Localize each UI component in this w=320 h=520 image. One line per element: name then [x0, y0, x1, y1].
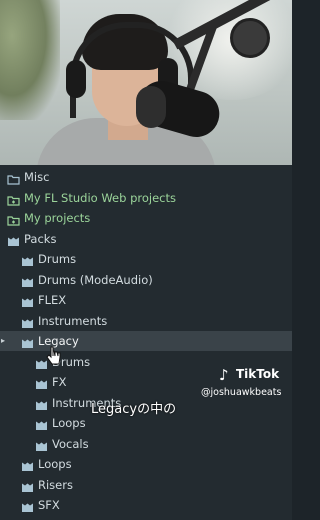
- browser-item-my-projects[interactable]: My projects: [0, 208, 292, 228]
- cloud-folder-icon: [7, 191, 20, 206]
- browser-item-label: SFX: [38, 498, 60, 512]
- browser-item-label: FLEX: [38, 293, 67, 307]
- tiktok-handle: @joshuawkbeats: [201, 387, 282, 398]
- webcam-video: [0, 0, 292, 165]
- browser-item-label: My FL Studio Web projects: [24, 190, 176, 205]
- headphones-cup-left: [66, 60, 86, 98]
- pack-folder-icon: [21, 273, 34, 287]
- browser-item-label: Risers: [38, 477, 73, 492]
- browser-item-legacy[interactable]: ▸ Legacy: [0, 331, 292, 351]
- pack-folder-icon: [21, 478, 34, 492]
- pack-folder-icon: [35, 375, 48, 389]
- pack-folder-icon: [21, 457, 34, 471]
- browser-item-label: Vocals: [52, 436, 89, 451]
- browser-item-sfx[interactable]: SFX: [0, 495, 292, 515]
- tiktok-wordmark: TikTok: [236, 367, 280, 381]
- browser-item-drums-modeaudio[interactable]: Drums (ModeAudio): [0, 270, 292, 290]
- pack-folder-icon: [21, 498, 34, 512]
- browser-item-misc[interactable]: Misc: [0, 167, 292, 187]
- browser-item-loops[interactable]: Loops: [0, 454, 292, 474]
- pack-folder-icon: [35, 396, 48, 410]
- pack-folder-icon: [21, 314, 34, 328]
- browser-item-label: Misc: [24, 170, 50, 184]
- browser-item-label: FX: [52, 375, 67, 389]
- browser-item-risers[interactable]: Risers: [0, 475, 292, 495]
- browser-item-instruments[interactable]: Instruments: [0, 311, 292, 331]
- microphone-grille: [136, 86, 166, 128]
- browser-item-label: Drums (ModeAudio): [38, 272, 153, 287]
- folder-outline-icon: [7, 170, 20, 185]
- browser-item-label: My projects: [24, 211, 91, 225]
- browser-item-label: Loops: [52, 416, 86, 430]
- pack-folder-icon: [35, 416, 48, 430]
- background-plant: [0, 0, 60, 120]
- browser-item-label: Instruments: [38, 313, 108, 328]
- browser-item-drums[interactable]: Drums: [0, 249, 292, 269]
- pack-folder-icon: [21, 334, 34, 348]
- folder-green-icon: [7, 211, 20, 226]
- video-caption: Legacyの中の: [91, 402, 177, 417]
- pack-folder-icon: [7, 232, 20, 246]
- browser-item-label: Loops: [38, 457, 72, 471]
- pack-folder-icon: [21, 293, 34, 307]
- browser-item-my-fl-studio-web-projects[interactable]: My FL Studio Web projects: [0, 188, 292, 208]
- pack-folder-icon: [35, 437, 48, 451]
- browser-item-label: Packs: [24, 231, 57, 246]
- tiktok-logo-icon: ♪: [219, 366, 229, 384]
- pack-folder-icon: [21, 252, 34, 266]
- expand-arrow-icon[interactable]: ▸: [1, 336, 5, 345]
- browser-item-flex[interactable]: FLEX: [0, 290, 292, 310]
- browser-item-label: Drums: [38, 252, 77, 266]
- mic-arm-joint: [230, 18, 270, 58]
- browser-panel[interactable]: Misc My FL Studio Web projects My projects…: [0, 165, 292, 520]
- hand-cursor-icon: [46, 346, 61, 365]
- browser-item-packs[interactable]: Packs: [0, 229, 292, 249]
- browser-item-vocals[interactable]: Vocals: [0, 434, 292, 454]
